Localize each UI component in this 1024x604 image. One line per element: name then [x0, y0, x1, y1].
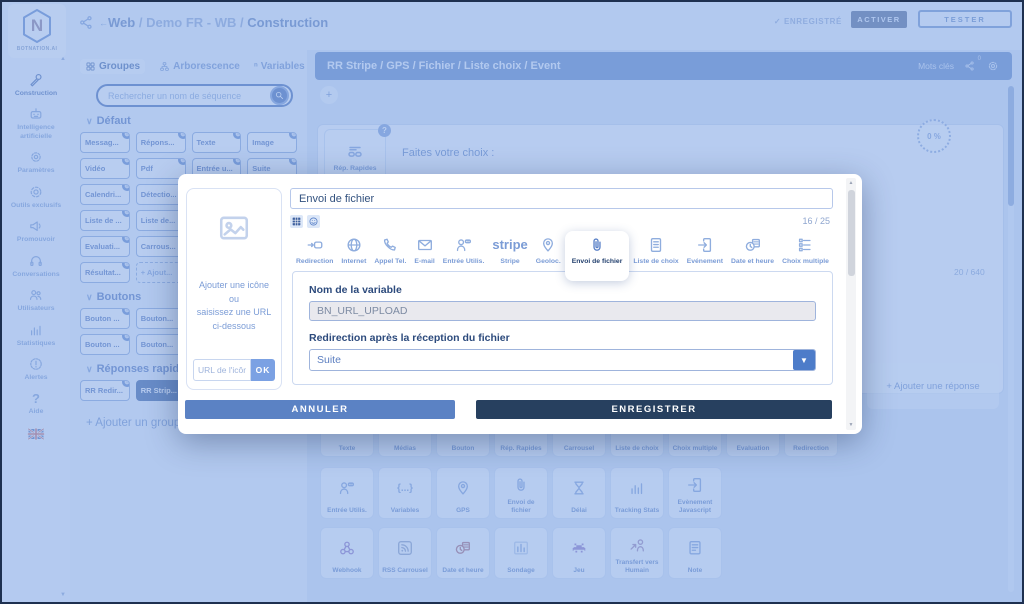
stripe-wordmark: stripe — [492, 236, 527, 254]
phone-icon — [381, 236, 399, 254]
tab-liste-de-choix[interactable]: Liste de choix — [629, 231, 682, 271]
scroll-down-icon[interactable]: ▼ — [849, 422, 854, 428]
block-name-input[interactable] — [290, 188, 833, 209]
dropdown-arrow-icon[interactable]: ▼ — [793, 350, 815, 370]
exit-box-icon — [696, 236, 714, 254]
tab-stripe[interactable]: stripe Stripe — [488, 231, 531, 271]
tab-entree-utilis[interactable]: Entrée Utilis. — [439, 231, 489, 271]
globe-icon — [345, 236, 363, 254]
save-button[interactable]: ENREGISTRER — [476, 400, 832, 419]
block-type-tabs: Redirection Internet Appel Tel. E-mail E… — [292, 231, 833, 271]
icon-url-ok-button[interactable]: OK — [251, 359, 275, 381]
envelope-icon — [416, 236, 434, 254]
name-char-counter: 16 / 25 — [802, 216, 830, 226]
variable-name-input — [309, 301, 816, 321]
icon-panel-hint: Ajouter une icône ou saisissez une URL c… — [193, 279, 275, 333]
image-placeholder-icon[interactable] — [215, 211, 253, 245]
map-pin-icon — [539, 236, 557, 254]
tab-geoloc[interactable]: Geoloc. — [532, 231, 565, 271]
tab-internet[interactable]: Internet — [337, 231, 370, 271]
redirection-icon — [305, 236, 325, 254]
redirect-select[interactable]: Suite ▼ — [309, 349, 816, 371]
paperclip-icon — [588, 236, 606, 254]
emoji-picker-icon[interactable] — [307, 215, 320, 228]
icon-url-input[interactable] — [193, 359, 251, 381]
tab-date-et-heure[interactable]: Date et heure — [727, 231, 778, 271]
tab-appel-tel[interactable]: Appel Tel. — [370, 231, 410, 271]
redirect-select-value: Suite — [310, 354, 793, 366]
tab-choix-multiple[interactable]: Choix multiple — [778, 231, 833, 271]
list-doc-icon — [647, 236, 665, 254]
scroll-up-icon[interactable]: ▲ — [849, 180, 854, 186]
tab-redirection[interactable]: Redirection — [292, 231, 337, 271]
tab-evenement[interactable]: Evénement — [683, 231, 727, 271]
botnation-app: ← Web / Demo FR - WB / Construction ✓ EN… — [0, 0, 1024, 604]
modal-scrollbar[interactable]: ▲ ▼ — [846, 178, 856, 430]
tab-email[interactable]: E-mail — [410, 231, 438, 271]
file-upload-form: Nom de la variable Redirection après la … — [292, 271, 833, 385]
envoi-de-fichier-modal: Ajouter une icône ou saisissez une URL c… — [178, 174, 862, 434]
user-input-icon — [455, 236, 473, 254]
icon-upload-panel: Ajouter une icône ou saisissez une URL c… — [186, 188, 282, 390]
clock-calendar-icon — [744, 236, 762, 254]
redirect-label: Redirection après la réception du fichie… — [309, 332, 816, 344]
insert-variable-icon[interactable] — [290, 215, 303, 228]
checklist-icon — [796, 236, 814, 254]
cancel-button[interactable]: ANNULER — [185, 400, 455, 419]
tab-envoi-de-fichier[interactable]: Envoi de fichier — [565, 231, 630, 281]
variable-name-label: Nom de la variable — [309, 284, 816, 296]
